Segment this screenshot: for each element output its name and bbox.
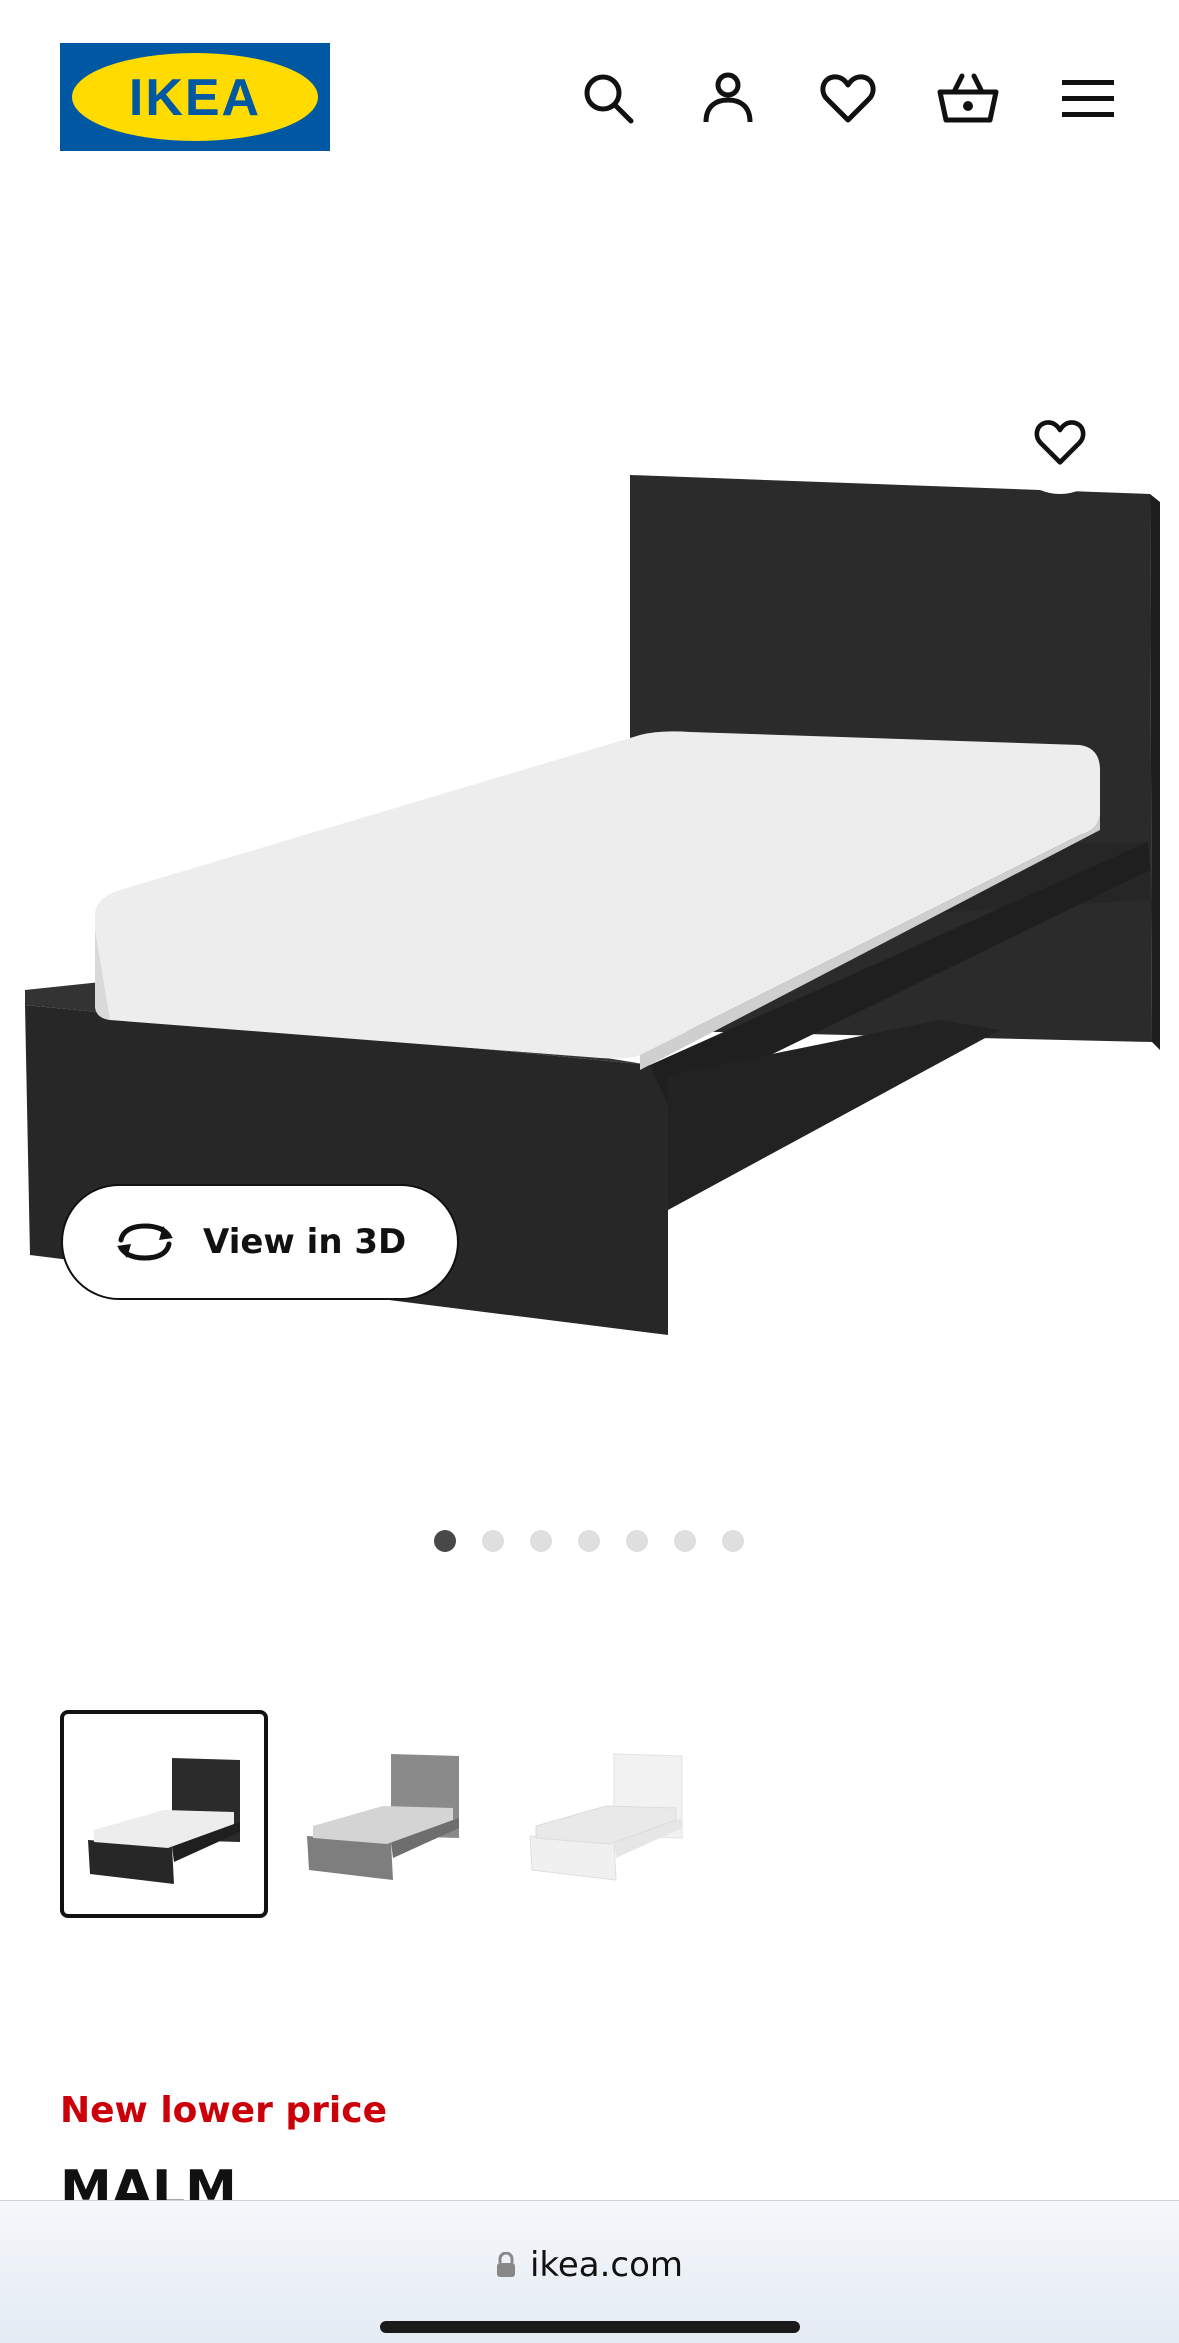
carousel-dot[interactable] bbox=[530, 1530, 552, 1552]
cart-icon[interactable] bbox=[932, 62, 1004, 134]
variant-thumbnail-grey[interactable] bbox=[283, 1710, 491, 1918]
ikea-logo[interactable]: IKEA bbox=[60, 43, 330, 151]
variant-thumbnail-black-brown[interactable] bbox=[60, 1710, 268, 1918]
search-icon[interactable] bbox=[572, 62, 644, 134]
carousel-dot[interactable] bbox=[434, 1530, 456, 1552]
carousel-dot[interactable] bbox=[482, 1530, 504, 1552]
lock-icon bbox=[496, 2252, 515, 2277]
carousel-dot[interactable] bbox=[674, 1530, 696, 1552]
account-icon[interactable] bbox=[692, 62, 764, 134]
home-indicator[interactable] bbox=[380, 2321, 800, 2333]
url-text: ikea.com bbox=[529, 2245, 684, 2285]
view-in-3d-button[interactable]: View in 3D bbox=[61, 1184, 459, 1300]
menu-icon[interactable] bbox=[1052, 62, 1124, 134]
view-in-3d-label: View in 3D bbox=[203, 1222, 407, 1262]
carousel-dots bbox=[0, 1530, 1179, 1554]
rotate-3d-icon bbox=[113, 1218, 177, 1266]
add-to-favourites-button[interactable] bbox=[1008, 390, 1112, 494]
carousel-dot[interactable] bbox=[722, 1530, 744, 1552]
site-header: IKEA bbox=[0, 0, 1179, 200]
logo-text: IKEA bbox=[129, 69, 261, 127]
url-display[interactable]: ikea.com bbox=[0, 2245, 1179, 2285]
heart-icon bbox=[1034, 420, 1086, 465]
carousel-dot[interactable] bbox=[578, 1530, 600, 1552]
wishlist-heart-icon[interactable] bbox=[812, 62, 884, 134]
price-badge: New lower price bbox=[60, 2090, 387, 2131]
variant-thumbnail-white[interactable] bbox=[506, 1710, 714, 1918]
browser-address-bar[interactable]: ikea.com bbox=[0, 2200, 1179, 2343]
carousel-dot[interactable] bbox=[626, 1530, 648, 1552]
